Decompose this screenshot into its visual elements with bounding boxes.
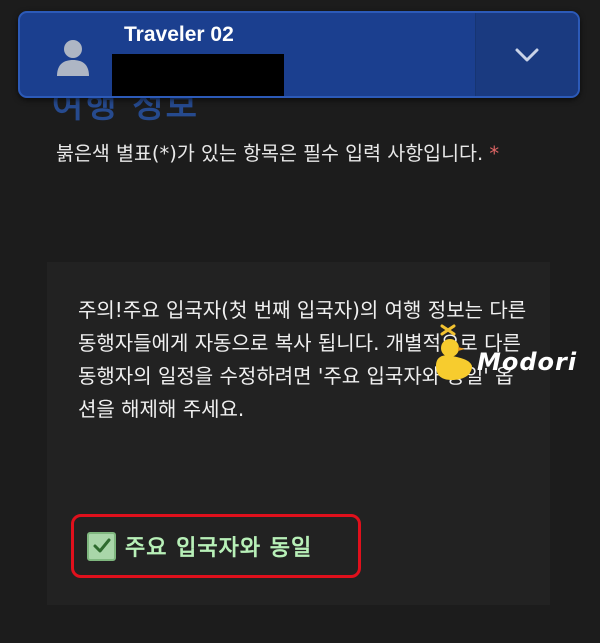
same-as-main-traveler-option[interactable]: 주요 입국자와 동일 xyxy=(71,514,361,578)
required-star: * xyxy=(489,142,500,165)
traveler-header-info: Traveler 02 xyxy=(20,13,475,96)
user-avatar-icon xyxy=(57,40,89,76)
checkmark-icon xyxy=(93,538,110,553)
required-note-text: 붉은색 별표(*)가 있는 항목은 필수 입력 사항입니다. xyxy=(56,142,484,165)
same-as-main-checkbox[interactable] xyxy=(87,531,116,561)
traveler-name: Traveler 02 xyxy=(124,23,234,46)
required-fields-note: 붉은색 별표(*)가 있는 항목은 필수 입력 사항입니다. * xyxy=(56,138,536,170)
redacted-info xyxy=(112,54,284,96)
page: 여행 정보 Traveler 02 붉은색 별표(*)가 있는 항목은 필수 입… xyxy=(0,0,600,643)
expand-toggle-button[interactable] xyxy=(475,13,578,96)
watermark-text: Modori xyxy=(477,348,578,376)
chevron-down-icon xyxy=(515,48,539,61)
duck-logo-icon xyxy=(436,324,472,380)
notice-card: 주의!주요 입국자(첫 번째 입국자)의 여행 정보는 다른 동행자들에게 자동… xyxy=(47,262,550,605)
traveler-header[interactable]: Traveler 02 xyxy=(18,11,580,98)
watermark: Modori xyxy=(432,318,582,388)
same-as-main-label: 주요 입국자와 동일 xyxy=(125,536,313,561)
